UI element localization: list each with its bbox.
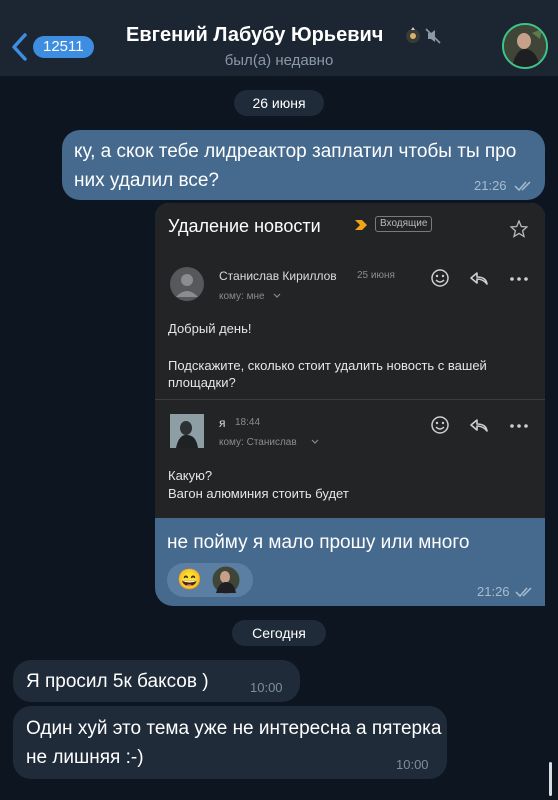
date-separator: Сегодня — [232, 620, 326, 646]
last-seen-status: был(а) недавно — [224, 52, 334, 69]
incoming-message[interactable]: Один хуй это тема уже не интересна а пят… — [13, 706, 447, 779]
message-text: не пойму я мало прошу или много — [167, 532, 470, 553]
star-icon — [510, 220, 528, 238]
emoji-react-icon — [431, 269, 449, 287]
email-date: 25 июня — [357, 270, 395, 281]
reply-icon — [470, 419, 488, 432]
message-time: 21:26 — [477, 584, 510, 599]
reaction-pill[interactable]: 😄 — [167, 563, 253, 597]
inbox-tag: Входящие — [375, 216, 433, 232]
message-time: 10:00 — [250, 680, 283, 695]
contact-name[interactable]: Евгений Лабубу Юрьевич — [126, 24, 383, 47]
more-options-icon — [510, 277, 528, 281]
sender-avatar — [170, 267, 204, 301]
reply-line-1: Какую? — [168, 468, 213, 483]
incoming-message[interactable]: Я просил 5к баксов ) 10:00 — [13, 660, 300, 702]
person-icon — [176, 274, 198, 297]
divider — [155, 399, 545, 400]
muted-speaker-icon — [425, 28, 441, 44]
email-subject: Удаление новости — [168, 216, 321, 236]
email-body: Подскажите, сколько стоит удалить новост… — [168, 358, 487, 390]
message-text: ку, а скок тебе лидреактор заплатил чтоб… — [74, 141, 517, 191]
chat-header: 12511 Евгений Лабубу Юрьевич был(а) неда… — [0, 0, 558, 76]
email-time: 18:44 — [235, 417, 261, 428]
recipient-line: кому: мне — [219, 291, 265, 302]
emoji-react-icon — [431, 416, 449, 434]
message-text: Один хуй это тема уже не интересна а пят… — [26, 718, 442, 768]
outgoing-message[interactable]: ку, а скок тебе лидреактор заплатил чтоб… — [62, 130, 545, 200]
message-text: Я просил 5к баксов ) — [26, 671, 209, 692]
read-checkmarks-icon — [515, 587, 532, 598]
recipient-line: кому: Станислав — [219, 437, 297, 448]
reply-icon — [470, 272, 488, 285]
sender-name: я — [219, 416, 226, 430]
more-options-icon — [510, 424, 528, 428]
message-time: 21:26 — [474, 178, 507, 193]
message-time: 10:00 — [396, 757, 429, 772]
title-status-icons — [404, 26, 444, 51]
important-chevron-icon — [355, 220, 367, 230]
reaction-emoji: 😄 — [177, 569, 202, 591]
my-avatar — [170, 414, 204, 448]
read-checkmarks-icon — [514, 181, 531, 192]
contact-avatar[interactable] — [502, 23, 548, 69]
chevron-down-icon — [311, 439, 319, 444]
scrollbar[interactable] — [549, 762, 552, 796]
date-separator: 26 июня — [234, 90, 324, 116]
sender-name: Станислав Кириллов — [219, 269, 337, 283]
reply-line-2: Вагон алюминия стоить будет — [168, 486, 349, 501]
email-greeting: Добрый день! — [168, 321, 252, 336]
reactor-avatar — [211, 565, 241, 595]
emoji-status-icon — [406, 27, 420, 43]
chevron-down-icon — [273, 293, 281, 298]
email-screenshot[interactable]: Удаление новости Входящие Станислав Кири… — [155, 203, 545, 518]
